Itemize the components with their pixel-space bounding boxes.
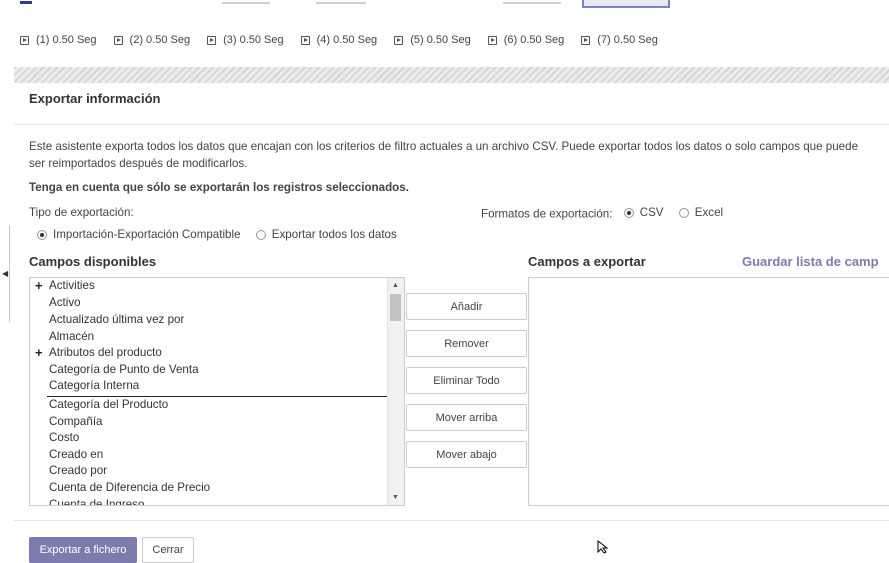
radio-checked-icon: [37, 229, 47, 240]
timing-item[interactable]: (5) 0.50 Seg: [394, 33, 471, 47]
radio-label: CSV: [639, 206, 664, 219]
export-to-file-button[interactable]: Exportar a fichero: [29, 537, 137, 563]
radio-csv[interactable]: CSV: [623, 206, 664, 219]
description-line: Este asistente exporta todos los datos q…: [29, 140, 859, 153]
radio-label: Importación-Exportación Compatible: [53, 228, 241, 241]
description-line: ser reimportados después de modificarlos…: [29, 157, 248, 170]
radio-excel[interactable]: Excel: [678, 206, 724, 219]
top-toolbar-strip: [0, 0, 889, 28]
list-item[interactable]: Categoría Interna: [49, 379, 139, 392]
play-icon: [113, 35, 123, 45]
list-item[interactable]: Categoría de Punto de Venta: [49, 363, 199, 376]
close-button[interactable]: Cerrar: [142, 537, 194, 563]
available-fields-list[interactable]: + Activities Activo Actualizado última v…: [29, 277, 405, 506]
timing-label: (5) 0.50 Seg: [410, 34, 471, 46]
move-down-button[interactable]: Mover abajo: [406, 441, 527, 468]
dialog-header-bar: [14, 67, 889, 83]
export-type-options: Importación-Exportación Compatible Expor…: [37, 228, 409, 243]
radio-checked-icon: [623, 207, 634, 218]
list-item[interactable]: Compañía: [49, 415, 103, 428]
fields-to-export-title: Campos a exportar: [528, 254, 646, 269]
timing-label: (4) 0.50 Seg: [316, 34, 378, 46]
timing-item[interactable]: (3) 0.50 Seg: [207, 33, 284, 47]
timing-label: (1) 0.50 Seg: [36, 34, 97, 46]
timing-label: (6) 0.50 Seg: [503, 34, 565, 46]
save-field-list-link[interactable]: Guardar lista de camp: [742, 254, 879, 269]
expand-plus-icon[interactable]: +: [35, 279, 43, 292]
timing-item[interactable]: (4) 0.50 Seg: [300, 33, 378, 47]
divider: [14, 124, 889, 125]
timing-item[interactable]: (2) 0.50 Seg: [113, 33, 191, 47]
expand-plus-icon[interactable]: +: [35, 346, 43, 359]
timing-item[interactable]: (6) 0.50 Seg: [487, 33, 565, 47]
export-format-group: Formatos de exportación: CSV Excel: [481, 206, 735, 221]
remove-all-button[interactable]: Eliminar Todo: [406, 367, 527, 394]
radio-unchecked-icon: [678, 207, 689, 218]
toolbar-fragment: [222, 2, 270, 4]
toolbar-selected-frame[interactable]: [582, 0, 670, 8]
list-item[interactable]: Costo: [49, 431, 79, 444]
timing-row: (1) 0.50 Seg (2) 0.50 Seg (3) 0.50 Seg (…: [20, 33, 675, 47]
vertical-scrollbar[interactable]: ▲ ▼: [387, 278, 404, 505]
timing-label: (2) 0.50 Seg: [129, 34, 191, 46]
toolbar-fragment: [316, 2, 366, 4]
toolbar-fragment: [503, 2, 561, 4]
radio-label: Exportar todos los datos: [271, 228, 397, 241]
scrollbar-thumb[interactable]: [390, 294, 401, 321]
remove-button[interactable]: Remover: [406, 330, 527, 357]
list-item[interactable]: Actualizado última vez por: [49, 313, 184, 326]
available-fields-title: Campos disponibles: [29, 254, 157, 269]
timing-label: (7) 0.50 Seg: [597, 34, 658, 46]
play-icon: [487, 35, 497, 45]
timing-label: (3) 0.50 Seg: [223, 34, 284, 46]
dialog-title: Exportar información: [29, 91, 161, 106]
export-type-label: Tipo de exportación:: [29, 206, 134, 219]
list-item[interactable]: Almacén: [49, 330, 94, 343]
timing-item[interactable]: (1) 0.50 Seg: [20, 33, 97, 47]
fields-to-export-list[interactable]: [528, 277, 889, 506]
list-item[interactable]: Activo: [49, 296, 81, 309]
play-icon: [20, 35, 29, 45]
timing-item[interactable]: (7) 0.50 Seg: [581, 33, 658, 47]
list-item[interactable]: Categoría del Producto: [49, 398, 168, 411]
add-button[interactable]: Añadir: [406, 293, 527, 320]
list-item[interactable]: Cuenta de Ingreso: [49, 498, 144, 505]
list-item[interactable]: Cuenta de Diferencia de Precio: [49, 481, 210, 494]
scroll-up-icon[interactable]: ▲: [392, 282, 399, 289]
drop-indicator-line: [47, 396, 388, 397]
side-panel-toggle[interactable]: ◀: [0, 225, 10, 322]
play-icon: [581, 35, 591, 45]
divider: [14, 520, 889, 521]
dialog-note: Tenga en cuenta que sólo se exportarán l…: [29, 181, 409, 194]
scroll-down-icon[interactable]: ▼: [392, 494, 399, 501]
list-item[interactable]: Creado en: [49, 448, 103, 461]
radio-unchecked-icon: [255, 229, 266, 240]
play-icon: [300, 35, 310, 45]
export-format-label: Formatos de exportación:: [481, 207, 613, 221]
list-item[interactable]: Activities: [49, 279, 95, 292]
radio-label: Excel: [694, 206, 724, 219]
radio-export-all[interactable]: Exportar todos los datos: [255, 228, 397, 241]
play-icon: [394, 35, 404, 45]
move-up-button[interactable]: Mover arriba: [406, 404, 527, 431]
chevron-left-icon: ◀: [2, 269, 9, 278]
toolbar-fragment-icon: [20, 1, 32, 4]
mouse-cursor-icon: [597, 540, 609, 554]
list-item[interactable]: Atributos del producto: [49, 346, 162, 359]
dialog-description: Este asistente exporta todos los datos q…: [29, 138, 889, 172]
play-icon: [207, 35, 217, 45]
list-item[interactable]: Creado por: [49, 464, 107, 477]
radio-import-compatible[interactable]: Importación-Exportación Compatible: [37, 228, 241, 241]
